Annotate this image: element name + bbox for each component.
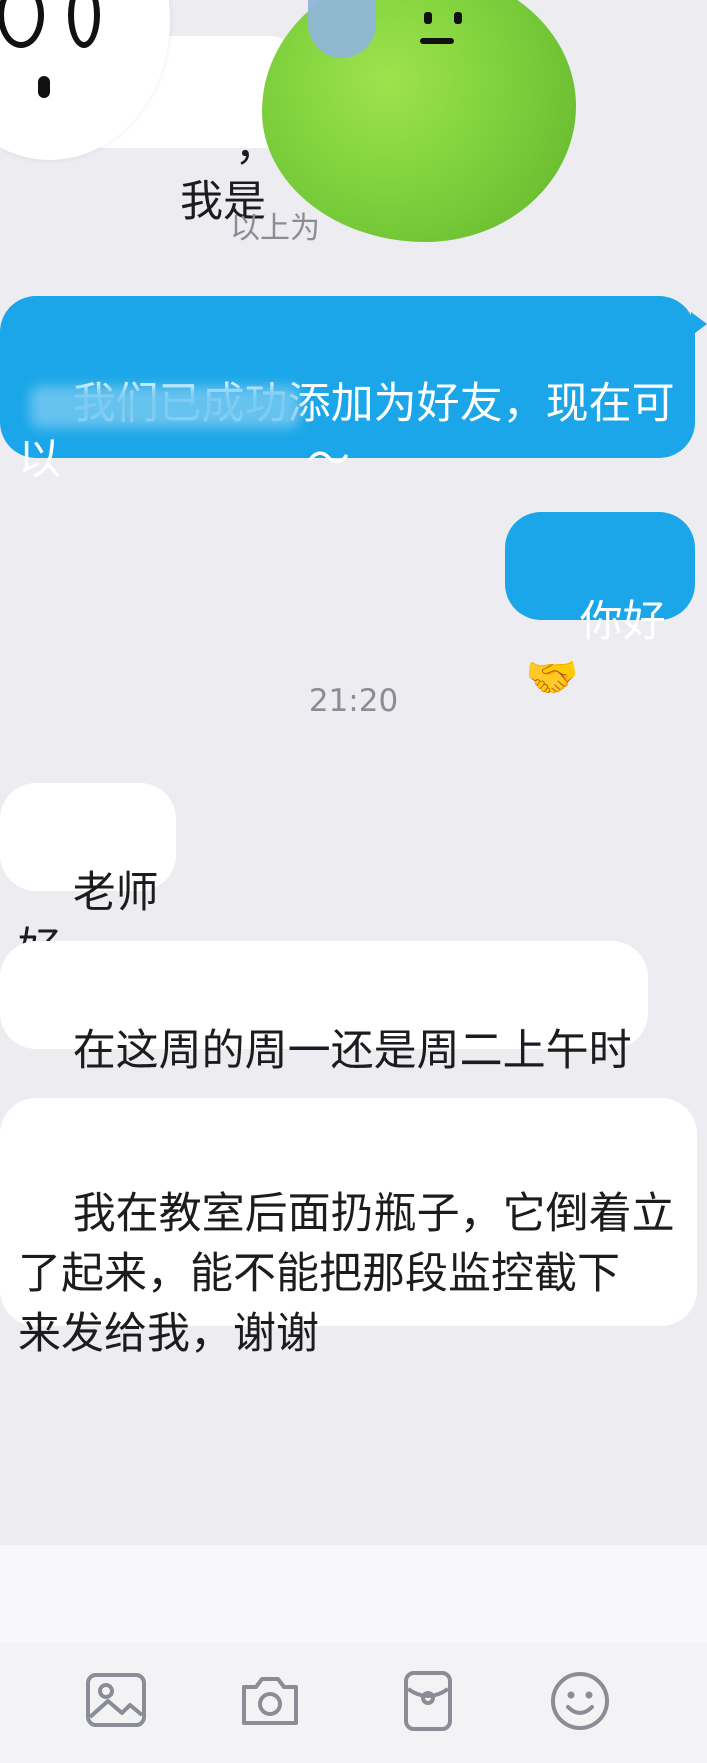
message-timestamp: 21:20 <box>0 683 707 719</box>
bubble-tail <box>691 312 707 336</box>
camera-icon[interactable] <box>238 1669 302 1733</box>
image-icon[interactable] <box>84 1669 148 1733</box>
chat-toolbar <box>0 1643 707 1763</box>
system-notice-text: 以上为 <box>230 211 320 246</box>
sticker-eye-icon <box>68 0 100 48</box>
redacted-area <box>30 386 300 428</box>
emoji-icon[interactable] <box>548 1669 612 1733</box>
sticker-eye-icon <box>424 12 432 24</box>
sticker-mouth-icon <box>420 38 454 44</box>
message-input-area[interactable] <box>0 1545 707 1643</box>
sweat-drop-icon <box>308 0 376 58</box>
red-packet-icon[interactable] <box>396 1669 460 1733</box>
sticker-mouth-icon <box>38 76 50 98</box>
outgoing-message-bubble[interactable]: 我们已成功添加为好友，现在可 以 ～ <box>0 296 695 485</box>
sticker-eye-icon <box>0 0 44 48</box>
message-text: 我在教室后面扔瓶子，它倒着立 了起来，能不能把那段监控截下 来发给我，谢谢 <box>18 1189 675 1359</box>
incoming-message-bubble[interactable]: 在这周的周一还是周二上午时 <box>0 941 648 1076</box>
chat-area: ，我是 以上为 我们已成功添加为好友，现在可 以 ～ 你好🤝 21:20 老师好 <box>0 0 707 1545</box>
outgoing-message-bubble[interactable]: 你好🤝 <box>505 512 695 703</box>
incoming-message-bubble[interactable]: 老师好 <box>0 783 176 974</box>
timestamp-text: 21:20 <box>308 683 399 719</box>
incoming-message-bubble[interactable]: 我在教室后面扔瓶子，它倒着立 了起来，能不能把那段监控截下 来发给我，谢谢 <box>0 1098 697 1359</box>
sticker-eye-icon <box>454 12 462 24</box>
message-text: 在这周的周一还是周二上午时 <box>72 1026 632 1076</box>
